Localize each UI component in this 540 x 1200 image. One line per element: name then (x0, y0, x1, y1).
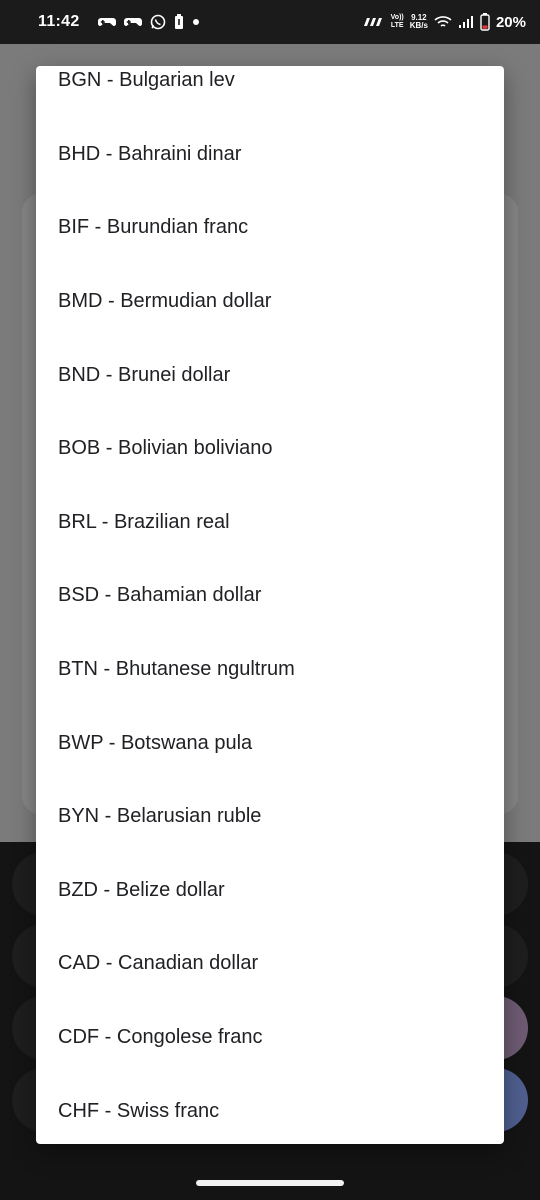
network-speed: 9.12 KB/s (410, 14, 428, 30)
currency-option-byn[interactable]: BYN - Belarusian ruble (36, 780, 504, 854)
status-time: 11:42 (38, 13, 80, 30)
currency-option-brl[interactable]: BRL - Brazilian real (36, 486, 504, 560)
currency-option-bif[interactable]: BIF - Burundian franc (36, 191, 504, 265)
currency-option-cdf[interactable]: CDF - Congolese franc (36, 1001, 504, 1075)
battery-saver-icon (174, 14, 184, 30)
notification-dot-icon (192, 14, 200, 30)
currency-option-bhd[interactable]: BHD - Bahraini dinar (36, 118, 504, 192)
status-right: Vo)) LTE 9.12 KB/s 20% (363, 13, 526, 31)
battery-icon (480, 13, 490, 31)
gesture-nav-handle[interactable] (196, 1180, 344, 1186)
lte-label: LTE (390, 22, 404, 29)
currency-option-bzd[interactable]: BZD - Belize dollar (36, 854, 504, 928)
battery-percentage: 20% (495, 13, 526, 31)
currency-picker-dialog[interactable]: BGN - Bulgarian lev BHD - Bahraini dinar… (36, 66, 504, 1144)
network-speed-unit: KB/s (409, 21, 428, 30)
currency-option-btn[interactable]: BTN - Bhutanese ngultrum (36, 633, 504, 707)
currency-option-bnd[interactable]: BND - Brunei dollar (36, 338, 504, 412)
currency-option-bsd[interactable]: BSD - Bahamian dollar (36, 559, 504, 633)
volte-badge: Vo)) LTE (391, 14, 404, 30)
volte-label: Vo)) (390, 14, 404, 21)
signal-icon (458, 14, 474, 30)
wifi-icon (434, 14, 452, 30)
status-bar: 11:42 Vo)) LTE 9.12 KB/s 20% (0, 0, 540, 44)
status-left: 11:42 (38, 13, 200, 31)
currency-option-cad[interactable]: CAD - Canadian dollar (36, 927, 504, 1001)
whatsapp-icon (150, 14, 166, 30)
currency-option-bob[interactable]: BOB - Bolivian boliviano (36, 412, 504, 486)
currency-option-bmd[interactable]: BMD - Bermudian dollar (36, 265, 504, 339)
currency-option-bwp[interactable]: BWP - Botswana pula (36, 706, 504, 780)
currency-option-bgn[interactable]: BGN - Bulgarian lev (36, 66, 504, 118)
currency-list[interactable]: BGN - Bulgarian lev BHD - Bahraini dinar… (36, 66, 504, 1144)
game-controller-icon (97, 14, 116, 30)
game-controller-icon (123, 14, 142, 30)
currency-option-chf[interactable]: CHF - Swiss franc (36, 1074, 504, 1144)
carrier-logo-icon (363, 14, 385, 30)
